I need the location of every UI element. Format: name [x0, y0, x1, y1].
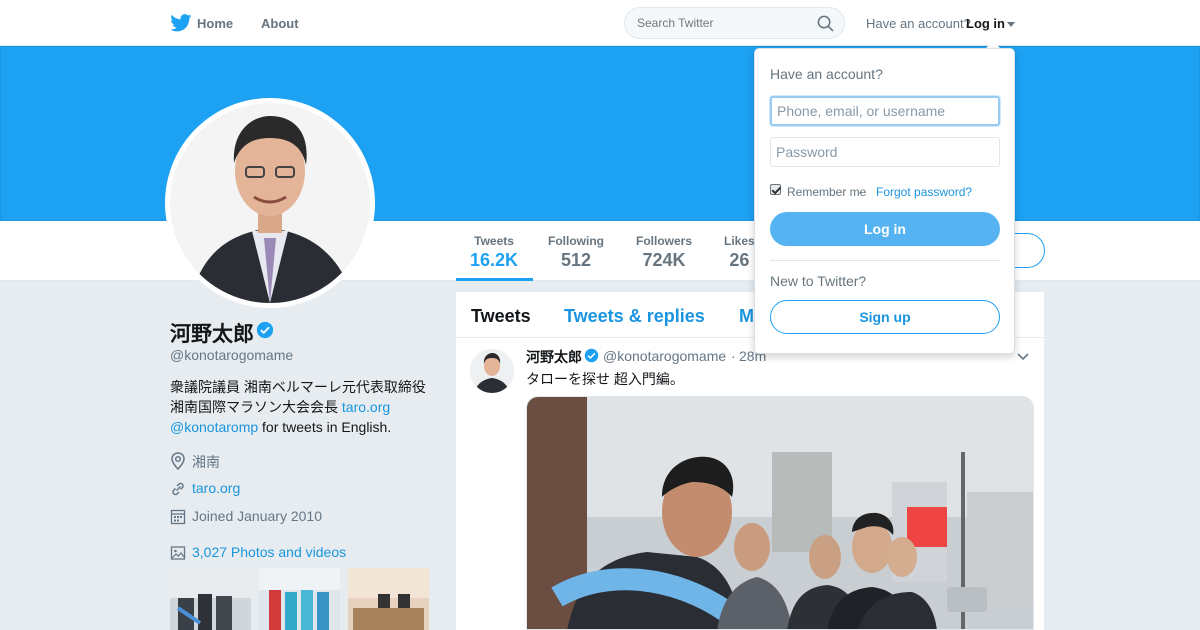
separator-dot: · [858, 185, 862, 199]
stat-likes[interactable]: Likes 26 [724, 234, 755, 271]
stat-value: 16.2K [470, 250, 519, 270]
stat-value: 26 [729, 250, 750, 270]
media-thumbnail[interactable] [170, 568, 251, 630]
top-nav: Home About Have an account? Log in [0, 0, 1200, 46]
photos-videos-text[interactable]: 3,027 Photos and videos [192, 544, 346, 560]
tab-tweets-replies[interactable]: Tweets & replies [564, 306, 705, 327]
stat-following[interactable]: Following 512 [548, 234, 604, 271]
login-button[interactable]: Log in [770, 212, 1000, 246]
verified-icon [256, 321, 274, 339]
nav-home-link[interactable]: Home [197, 16, 233, 31]
profile-url-link[interactable]: taro.org [192, 480, 240, 496]
stat-tweets[interactable]: Tweets 16.2K [470, 234, 518, 271]
stat-value: 512 [560, 250, 592, 270]
bio-text: 湘南国際マラソン大会会長 [170, 399, 342, 415]
tweet-author-handle[interactable]: @konotarogomame [603, 348, 726, 364]
bio-line: 衆議院議員 湘南ベルマーレ元代表取締役 [170, 379, 426, 395]
dropdown-heading: Have an account? [770, 66, 883, 82]
forgot-password-link[interactable]: Forgot password? [876, 185, 972, 199]
bio-website-link[interactable]: taro.org [342, 399, 390, 415]
search-input[interactable] [637, 16, 807, 30]
tweet-avatar[interactable] [470, 349, 514, 393]
media-thumbnail[interactable] [348, 568, 429, 630]
have-account-text: Have an account? [866, 16, 971, 31]
dropdown-divider [770, 260, 1000, 261]
tweet-photo[interactable] [526, 396, 1034, 630]
bio-text: for tweets in English. [258, 419, 392, 435]
active-stat-underline [456, 278, 533, 281]
remember-me-label[interactable]: Remember me [787, 185, 866, 199]
stat-label: Likes [724, 234, 755, 248]
location-text: 湘南 [192, 454, 220, 470]
tweet-text: タローを探せ 超入門編。 [526, 371, 684, 387]
tweet-author-name[interactable]: 河野太郎 [526, 347, 582, 367]
twitter-bird-icon[interactable] [170, 14, 192, 32]
new-to-twitter-text: New to Twitter? [770, 273, 867, 289]
stat-label: Following [548, 234, 604, 248]
tab-tweets[interactable]: Tweets [471, 306, 531, 327]
search-box[interactable] [624, 7, 845, 39]
nav-about-link[interactable]: About [261, 16, 299, 31]
link-icon [172, 482, 184, 496]
calendar-icon [170, 509, 186, 525]
signup-button[interactable]: Sign up [770, 300, 1000, 334]
username-field[interactable] [770, 96, 1000, 126]
bio-line: 湘南国際マラソン大会会長 taro.org [170, 397, 440, 417]
tweet-separator: · [731, 348, 736, 364]
bio-line: @konotaromp for tweets in English. [170, 417, 440, 437]
profile-name[interactable]: 河野太郎 [170, 318, 254, 348]
profile-avatar[interactable] [165, 98, 375, 308]
photo-icon [170, 546, 186, 560]
location-icon [171, 452, 185, 470]
bio-mention-link[interactable]: @konotaromp [170, 419, 258, 435]
avatar-photo [170, 103, 370, 303]
login-label: Log in [966, 16, 1005, 31]
login-dropdown: Have an account? Remember me · Forgot pa… [754, 48, 1015, 354]
remember-me-checkbox[interactable] [770, 184, 781, 195]
stat-label: Tweets [474, 234, 514, 248]
caret-down-icon [1007, 22, 1015, 28]
login-dropdown-toggle[interactable]: Log in [966, 16, 1015, 31]
stat-value: 724K [642, 250, 686, 270]
chevron-down-icon[interactable] [1016, 352, 1030, 362]
stat-label: Followers [636, 234, 693, 248]
joined-text: Joined January 2010 [192, 508, 322, 524]
password-field[interactable] [770, 137, 1000, 167]
verified-icon [584, 348, 599, 363]
media-thumbnail[interactable] [259, 568, 340, 630]
stat-followers[interactable]: Followers 724K [636, 234, 692, 271]
profile-bio: 衆議院議員 湘南ベルマーレ元代表取締役 湘南国際マラソン大会会長 taro.or… [170, 377, 440, 437]
tab-media[interactable]: M [739, 306, 754, 327]
profile-handle[interactable]: @konotarogomame [170, 347, 293, 363]
search-icon[interactable] [817, 15, 834, 32]
